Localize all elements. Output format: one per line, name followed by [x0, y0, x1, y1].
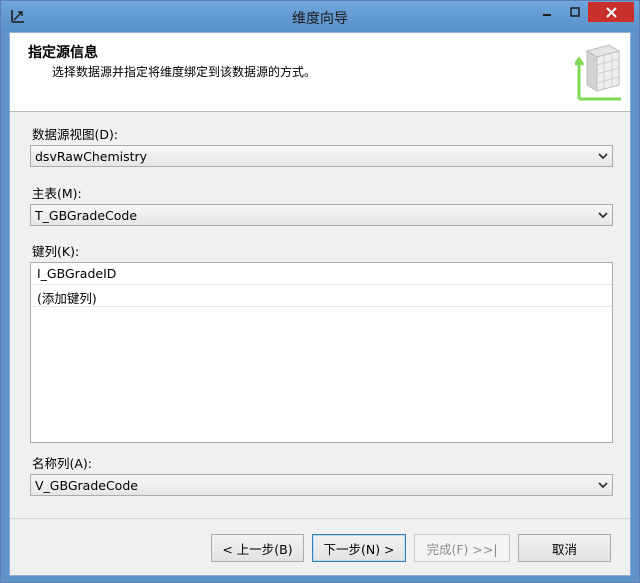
maximize-icon [570, 7, 580, 17]
finish-button[interactable]: 完成(F) >>| [414, 534, 510, 562]
cancel-button[interactable]: 取消 [518, 534, 611, 562]
main-table-dropdown[interactable]: T_GBGradeCode [30, 204, 613, 226]
page-title: 指定源信息 [28, 45, 98, 61]
data-source-view-label: 数据源视图(D): [32, 127, 119, 142]
wizard-client-area: 指定源信息 选择数据源并指定将维度绑定到该数据源的方式。 数据源视图(D): d… [9, 32, 631, 576]
footer-divider [10, 518, 630, 519]
wizard-window: 维度向导 指定源信息 选择数据源并指定将维度绑定到该数据源的方式。 数据源视图(… [0, 0, 640, 583]
main-table-label: 主表(M): [32, 186, 82, 201]
add-key-column-item[interactable]: (添加键列) [31, 285, 612, 307]
name-column-label: 名称列(A): [32, 456, 93, 471]
close-button[interactable] [588, 2, 634, 22]
chevron-down-icon [598, 212, 608, 219]
main-table-value: T_GBGradeCode [35, 208, 138, 223]
next-button[interactable]: 下一步(N) > [312, 534, 406, 562]
list-item-label: I_GBGradeID [37, 266, 117, 281]
wizard-header: 指定源信息 选择数据源并指定将维度绑定到该数据源的方式。 [10, 33, 630, 112]
list-item[interactable]: I_GBGradeID [31, 263, 612, 285]
list-item-label: (添加键列) [37, 291, 97, 306]
name-column-dropdown[interactable]: V_GBGradeCode [30, 474, 613, 496]
dimension-cube-icon [575, 44, 621, 101]
chevron-down-icon [598, 153, 608, 160]
maximize-button[interactable] [562, 2, 588, 22]
page-subtitle: 选择数据源并指定将维度绑定到该数据源的方式。 [52, 65, 317, 79]
minimize-icon [543, 14, 551, 16]
data-source-view-dropdown[interactable]: dsvRawChemistry [30, 145, 613, 167]
key-columns-list[interactable]: I_GBGradeID (添加键列) [30, 262, 613, 443]
key-columns-label: 键列(K): [32, 244, 80, 259]
close-icon [605, 6, 617, 18]
name-column-value: V_GBGradeCode [35, 478, 138, 493]
chevron-down-icon [598, 482, 608, 489]
data-source-view-value: dsvRawChemistry [35, 149, 148, 164]
back-button[interactable]: < 上一步(B) [211, 534, 304, 562]
title-bar[interactable]: 维度向导 [1, 1, 639, 32]
minimize-button[interactable] [533, 2, 561, 22]
